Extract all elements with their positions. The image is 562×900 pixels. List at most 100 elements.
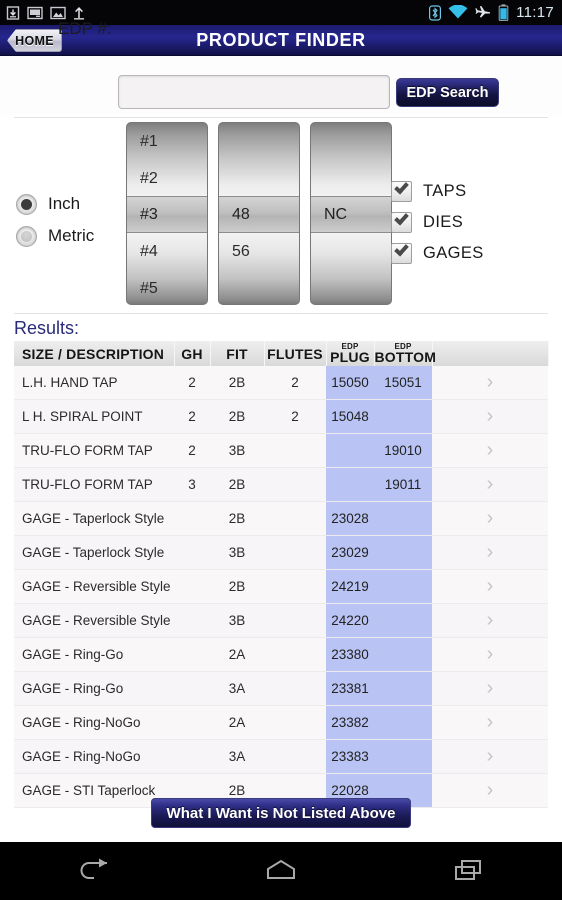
edp-bottom-chip[interactable]: 19011 [374, 468, 432, 501]
edp-bottom-chip[interactable] [374, 570, 432, 603]
cell-edp-bottom[interactable] [374, 739, 432, 774]
checkbox-gages[interactable]: GAGES [391, 238, 484, 269]
edp-plug-chip[interactable] [326, 434, 374, 467]
wheel-item[interactable]: #4 [127, 233, 207, 270]
edp-bottom-chip[interactable]: 15051 [374, 366, 432, 399]
wheel-item[interactable] [311, 233, 391, 270]
cell-edp-bottom[interactable] [374, 671, 432, 706]
column-header-description[interactable]: SIZE / DESCRIPTION [14, 341, 175, 366]
column-header-gh[interactable]: GH [174, 341, 211, 366]
cell-edp-bottom[interactable]: 19010 [374, 433, 432, 468]
table-row[interactable]: GAGE - Ring-Go 3A 23381 › [14, 671, 548, 706]
cell-edp-plug[interactable] [326, 433, 374, 468]
chevron-right-icon[interactable]: › [487, 405, 494, 427]
edp-plug-chip[interactable]: 23028 [326, 502, 374, 535]
table-row[interactable]: GAGE - Ring-NoGo 2A 23382 › [14, 705, 548, 740]
cell-detail-chevron[interactable]: › [432, 603, 548, 638]
radio-option-inch[interactable]: Inch [16, 188, 94, 220]
chevron-right-icon[interactable]: › [487, 541, 494, 563]
wheel-item[interactable]: 56 [219, 233, 299, 270]
cell-detail-chevron[interactable]: › [432, 501, 548, 536]
chevron-right-icon[interactable]: › [487, 677, 494, 699]
edp-bottom-chip[interactable]: 19010 [374, 434, 432, 467]
cell-edp-bottom[interactable] [374, 705, 432, 740]
size-wheel[interactable]: #1 #2 #3 #4 #5 [126, 122, 208, 305]
cell-edp-plug[interactable]: 24219 [326, 569, 374, 604]
cell-edp-plug[interactable]: 23380 [326, 637, 374, 672]
home-button[interactable]: HOME [7, 29, 62, 52]
cell-edp-plug[interactable]: 15050 [326, 366, 374, 400]
wheel-item[interactable] [219, 123, 299, 160]
cell-detail-chevron[interactable]: › [432, 637, 548, 672]
table-row[interactable]: TRU-FLO FORM TAP 3 2B 19011 › [14, 467, 548, 502]
cell-detail-chevron[interactable]: › [432, 569, 548, 604]
column-header-fit[interactable]: FIT [210, 341, 265, 366]
back-icon[interactable] [77, 858, 111, 884]
edp-plug-chip[interactable] [326, 468, 374, 501]
cell-edp-bottom[interactable] [374, 535, 432, 570]
edp-plug-chip[interactable]: 24220 [326, 604, 374, 637]
chevron-right-icon[interactable]: › [487, 507, 494, 529]
chevron-right-icon[interactable]: › [487, 711, 494, 733]
chevron-right-icon[interactable]: › [487, 439, 494, 461]
cell-edp-bottom[interactable]: 15051 [374, 366, 432, 400]
edp-bottom-chip[interactable] [374, 400, 432, 433]
edp-bottom-chip[interactable] [374, 502, 432, 535]
table-row[interactable]: L H. SPIRAL POINT 2 2B 2 15048 › [14, 399, 548, 434]
edp-search-input[interactable] [118, 75, 390, 109]
table-row[interactable]: GAGE - Reversible Style 2B 24219 › [14, 569, 548, 604]
chevron-right-icon[interactable]: › [487, 779, 494, 801]
chevron-right-icon[interactable]: › [487, 371, 494, 393]
edp-bottom-chip[interactable] [374, 740, 432, 773]
cell-edp-bottom[interactable] [374, 399, 432, 434]
table-row[interactable]: GAGE - Ring-NoGo 3A 23383 › [14, 739, 548, 774]
cell-edp-plug[interactable]: 23028 [326, 501, 374, 536]
column-header-plug[interactable]: EDP PLUG [326, 341, 375, 366]
edp-search-button[interactable]: EDP Search [396, 78, 499, 107]
cell-edp-bottom[interactable] [374, 637, 432, 672]
chevron-right-icon[interactable]: › [487, 745, 494, 767]
wheel-item[interactable]: #1 [127, 123, 207, 160]
cell-detail-chevron[interactable]: › [432, 739, 548, 774]
edp-plug-chip[interactable]: 23380 [326, 638, 374, 671]
checkbox-dies[interactable]: DIES [391, 207, 484, 238]
series-wheel[interactable]: NC [310, 122, 392, 305]
cell-edp-plug[interactable] [326, 467, 374, 502]
cell-edp-plug[interactable]: 24220 [326, 603, 374, 638]
column-header-flutes[interactable]: FLUTES [264, 341, 327, 366]
edp-plug-chip[interactable]: 23383 [326, 740, 374, 773]
wheel-item[interactable] [219, 160, 299, 197]
chevron-right-icon[interactable]: › [487, 575, 494, 597]
edp-bottom-chip[interactable] [374, 672, 432, 705]
cell-edp-bottom[interactable] [374, 569, 432, 604]
table-row[interactable]: GAGE - Taperlock Style 3B 23029 › [14, 535, 548, 570]
chevron-right-icon[interactable]: › [487, 643, 494, 665]
cell-detail-chevron[interactable]: › [432, 433, 548, 468]
cell-detail-chevron[interactable]: › [432, 671, 548, 706]
edp-plug-chip[interactable]: 24219 [326, 570, 374, 603]
wheel-item[interactable] [311, 270, 391, 304]
edp-bottom-chip[interactable] [374, 536, 432, 569]
cell-edp-plug[interactable]: 23382 [326, 705, 374, 740]
cell-detail-chevron[interactable]: › [432, 366, 548, 400]
edp-plug-chip[interactable]: 23382 [326, 706, 374, 739]
home-icon[interactable] [264, 858, 298, 884]
cell-edp-bottom[interactable]: 19011 [374, 467, 432, 502]
cell-edp-plug[interactable]: 23029 [326, 535, 374, 570]
not-listed-button[interactable]: What I Want is Not Listed Above [151, 798, 411, 828]
edp-bottom-chip[interactable] [374, 706, 432, 739]
edp-bottom-chip[interactable] [374, 638, 432, 671]
radio-option-metric[interactable]: Metric [16, 220, 94, 252]
chevron-right-icon[interactable]: › [487, 473, 494, 495]
wheel-item[interactable] [219, 270, 299, 304]
edp-plug-chip[interactable]: 15048 [326, 400, 374, 433]
wheel-item[interactable] [311, 160, 391, 197]
threads-wheel[interactable]: 48 56 [218, 122, 300, 305]
chevron-right-icon[interactable]: › [487, 609, 494, 631]
recents-icon[interactable] [451, 858, 485, 884]
cell-edp-plug[interactable]: 15048 [326, 399, 374, 434]
edp-plug-chip[interactable]: 15050 [326, 366, 374, 399]
edp-plug-chip[interactable]: 23381 [326, 672, 374, 705]
cell-detail-chevron[interactable]: › [432, 773, 548, 808]
cell-edp-bottom[interactable] [374, 603, 432, 638]
